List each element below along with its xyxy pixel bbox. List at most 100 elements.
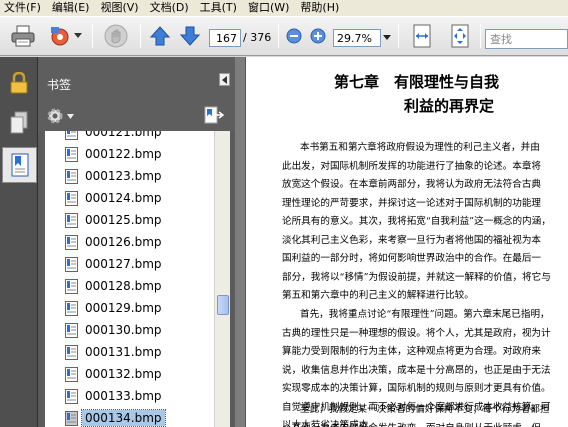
bookmark-page-icon bbox=[65, 191, 78, 206]
menu-edit[interactable]: 编辑(E) bbox=[52, 1, 90, 15]
text-line: 淡化其利己主义色彩，来考察一旦行为者将他国的福祉视为本 bbox=[282, 234, 542, 246]
document-view[interactable]: 第七章 有限理性与自我 利益的再界定 本书第五和第六章将政府假设为理性的利己主义… bbox=[235, 57, 568, 427]
menu-view[interactable]: 视图(V) bbox=[100, 1, 138, 15]
menu-tools[interactable]: 工具(T) bbox=[200, 1, 237, 15]
bookmarks-panel: 书签 000121.bmp 000122.bmp 000123.bmp 000124.… bbox=[38, 57, 235, 427]
bookmark-label: 000127.bmp bbox=[85, 257, 162, 271]
bookmark-item[interactable]: 000124.bmp bbox=[45, 188, 221, 209]
search-input[interactable] bbox=[485, 29, 568, 49]
bookmark-label: 000126.bmp bbox=[85, 235, 162, 249]
security-tab[interactable] bbox=[3, 65, 35, 101]
bookmark-page-icon bbox=[65, 411, 78, 426]
bookmark-item[interactable]: 000133.bmp bbox=[45, 386, 221, 407]
bookmark-icon bbox=[11, 153, 28, 177]
bookmark-page-icon bbox=[65, 257, 78, 272]
bookmark-page-icon bbox=[65, 131, 78, 140]
hand-tool-button[interactable] bbox=[100, 23, 132, 49]
menu-window[interactable]: 窗口(W) bbox=[248, 1, 289, 15]
bookmark-list-scrollbar[interactable] bbox=[214, 131, 230, 427]
bookmark-label: 000121.bmp bbox=[85, 131, 162, 139]
bookmark-item[interactable]: 000126.bmp bbox=[45, 232, 221, 253]
page-number-input[interactable] bbox=[209, 29, 241, 47]
bookmark-label: 000131.bmp bbox=[85, 345, 162, 359]
text-line: 心其他行为者的偏好会发生改变，而对自身则从无此顾虑，但 bbox=[282, 420, 562, 427]
multimedia-button[interactable] bbox=[48, 23, 82, 49]
bookmark-item[interactable]: 000132.bmp bbox=[45, 364, 221, 385]
bookmark-label: 000133.bmp bbox=[85, 389, 162, 403]
fit-page-icon bbox=[451, 24, 469, 48]
fit-page-button[interactable] bbox=[446, 23, 474, 49]
bookmark-label: 000130.bmp bbox=[85, 323, 162, 337]
bookmark-page-icon bbox=[65, 147, 78, 162]
bookmark-page-icon bbox=[65, 279, 78, 294]
multimedia-icon bbox=[51, 27, 69, 46]
fit-width-button[interactable] bbox=[408, 23, 436, 49]
fit-width-icon bbox=[413, 24, 431, 48]
bookmark-item[interactable]: 000123.bmp bbox=[45, 166, 221, 187]
chevron-down-icon bbox=[74, 33, 82, 38]
text-line: 论所具有的意义。其次，我将拓宽“自我利益”这一概念的内涵， bbox=[282, 216, 551, 227]
bookmark-item[interactable]: 000130.bmp bbox=[45, 320, 221, 341]
pages-tab[interactable] bbox=[3, 105, 35, 141]
bookmark-item[interactable]: 000131.bmp bbox=[45, 342, 221, 363]
options-button[interactable] bbox=[46, 107, 74, 125]
bookmark-label: 000129.bmp bbox=[85, 301, 162, 315]
bookmark-item[interactable]: 000125.bmp bbox=[45, 210, 221, 231]
zoom-level-input[interactable] bbox=[333, 29, 381, 47]
menu-help[interactable]: 帮助(H) bbox=[300, 1, 339, 15]
previous-page-button[interactable] bbox=[148, 23, 172, 49]
bookmark-page-icon bbox=[65, 169, 78, 184]
scrollbar-thumb[interactable] bbox=[217, 295, 229, 315]
bookmark-label: 000124.bmp bbox=[85, 191, 162, 205]
gear-icon bbox=[47, 108, 63, 124]
next-page-button[interactable] bbox=[178, 23, 202, 49]
expand-bookmark-icon bbox=[204, 106, 225, 124]
collapse-panel-button[interactable] bbox=[219, 73, 230, 86]
arrow-down-icon bbox=[179, 26, 201, 46]
text-line: 此出发，对国际机制所发挥的功能进行了抽象的论述。本章将 bbox=[282, 160, 542, 172]
bookmark-item[interactable]: 000121.bmp bbox=[45, 131, 221, 143]
bookmark-item[interactable]: 000134.bmp bbox=[45, 408, 221, 427]
hand-icon bbox=[104, 24, 128, 48]
bookmarks-panel-header: 书签 bbox=[38, 57, 235, 101]
new-bookmark-button[interactable] bbox=[204, 106, 225, 127]
bookmark-item[interactable]: 000128.bmp bbox=[45, 276, 221, 297]
document-page: 第七章 有限理性与自我 利益的再界定 本书第五和第六章将政府假设为理性的利己主义… bbox=[245, 57, 568, 427]
text-line: 本书第五和第六章将政府假设为理性的利己主义者，并由 bbox=[300, 142, 540, 153]
bookmarks-toolbar bbox=[38, 101, 235, 131]
bookmark-list[interactable]: 000121.bmp 000122.bmp 000123.bmp 000124.bmp… bbox=[45, 131, 221, 427]
bookmark-page-icon bbox=[65, 213, 78, 228]
text-line: 实现零成本的决策计算，国际机制的规则与原则才更具有价值。 bbox=[282, 383, 551, 394]
bookmark-label: 000125.bmp bbox=[85, 213, 162, 227]
chapter-title: 第七章 有限理性与自我 bbox=[334, 73, 500, 91]
bookmark-label: 000132.bmp bbox=[85, 367, 162, 381]
bookmark-label: 000123.bmp bbox=[85, 169, 162, 183]
bookmark-label: 000122.bmp bbox=[85, 147, 162, 161]
navigation-panel bbox=[0, 57, 38, 427]
text-line: 理性理论的严苛要求，并探讨这一论述对于国际机制的功能理 bbox=[282, 197, 542, 209]
bookmark-page-icon bbox=[65, 301, 78, 316]
chapter-subtitle: 利益的再界定 bbox=[404, 97, 495, 115]
paragraph-1: 本书第五和第六章将政府假设为理性的利己主义者，并由此出发，对国际机制所发挥的功能… bbox=[282, 139, 562, 306]
bookmark-item[interactable]: 000127.bmp bbox=[45, 254, 221, 275]
menu-document[interactable]: 文档(D) bbox=[150, 1, 189, 15]
text-line: 部分，我将以“移情”为假设前提，并就这一解释的价值，将它与 bbox=[282, 271, 551, 283]
triangle-left-icon bbox=[221, 75, 227, 84]
menu-file[interactable]: 文件(F) bbox=[4, 1, 41, 15]
zoom-out-button[interactable] bbox=[285, 23, 303, 49]
zoom-out-icon bbox=[286, 28, 302, 44]
bookmarks-panel-title: 书签 bbox=[47, 78, 72, 92]
zoom-dropdown-icon[interactable] bbox=[383, 35, 391, 40]
toolbar: / 376 bbox=[0, 16, 568, 56]
bookmarks-tab[interactable] bbox=[2, 147, 37, 183]
pages-icon bbox=[10, 111, 28, 134]
print-button[interactable] bbox=[8, 23, 38, 49]
bookmark-item[interactable]: 000122.bmp bbox=[45, 144, 221, 165]
bookmark-page-icon bbox=[65, 323, 78, 338]
page-total: / 376 bbox=[243, 31, 272, 44]
bookmark-page-icon bbox=[65, 345, 78, 360]
text-line: 算能力受到限制的行为主体，这种观点将更为合理。对政府来 bbox=[282, 346, 542, 357]
zoom-in-button[interactable] bbox=[309, 23, 327, 49]
bookmark-item[interactable]: 000129.bmp bbox=[45, 298, 221, 319]
text-line: 第五和第六章中的利己主义的解释进行比较。 bbox=[282, 290, 474, 301]
